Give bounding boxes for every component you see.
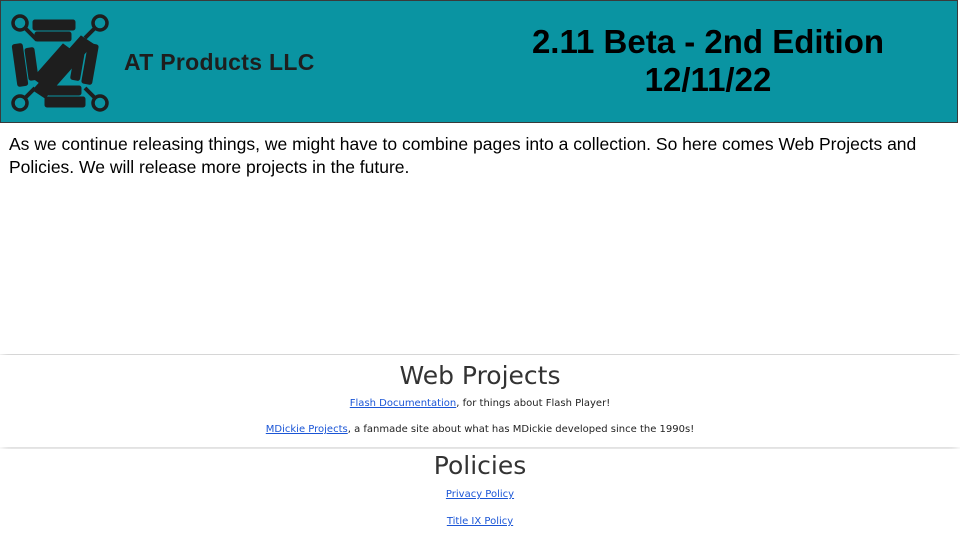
policies-section: Policies Privacy Policy Title IX Policy <box>0 449 960 540</box>
brand-name: AT Products LLC <box>124 49 315 75</box>
list-item-text: , for things about Flash Player! <box>456 398 611 409</box>
edition-title: 2.11 Beta - 2nd Edition 12/11/22 <box>458 23 958 99</box>
flash-documentation-link[interactable]: Flash Documentation <box>350 398 456 409</box>
list-item: Flash Documentation, for things about Fl… <box>0 397 960 411</box>
header-banner: AT Products LLC 2.11 Beta - 2nd Edition … <box>0 0 958 123</box>
title-ix-policy-link[interactable]: Title IX Policy <box>447 516 513 527</box>
list-item: Privacy Policy <box>0 488 960 502</box>
privacy-policy-link[interactable]: Privacy Policy <box>446 489 514 500</box>
edition-date: 12/11/22 <box>644 61 772 98</box>
list-item: MDickie Projects, a fanmade site about w… <box>0 423 960 437</box>
web-projects-section: Web Projects Flash Documentation, for th… <box>0 355 960 447</box>
circuit-logo-icon <box>11 14 109 112</box>
mdickie-projects-link[interactable]: MDickie Projects <box>266 424 348 435</box>
web-projects-heading: Web Projects <box>399 361 561 390</box>
intro-section: As we continue releasing things, we migh… <box>0 123 960 354</box>
list-item-text: , a fanmade site about what has MDickie … <box>347 424 695 435</box>
edition-version: 2.11 Beta - 2nd Edition <box>531 23 885 60</box>
intro-text: As we continue releasing things, we migh… <box>9 134 917 177</box>
policies-heading: Policies <box>433 451 527 480</box>
list-item: Title IX Policy <box>0 515 960 529</box>
